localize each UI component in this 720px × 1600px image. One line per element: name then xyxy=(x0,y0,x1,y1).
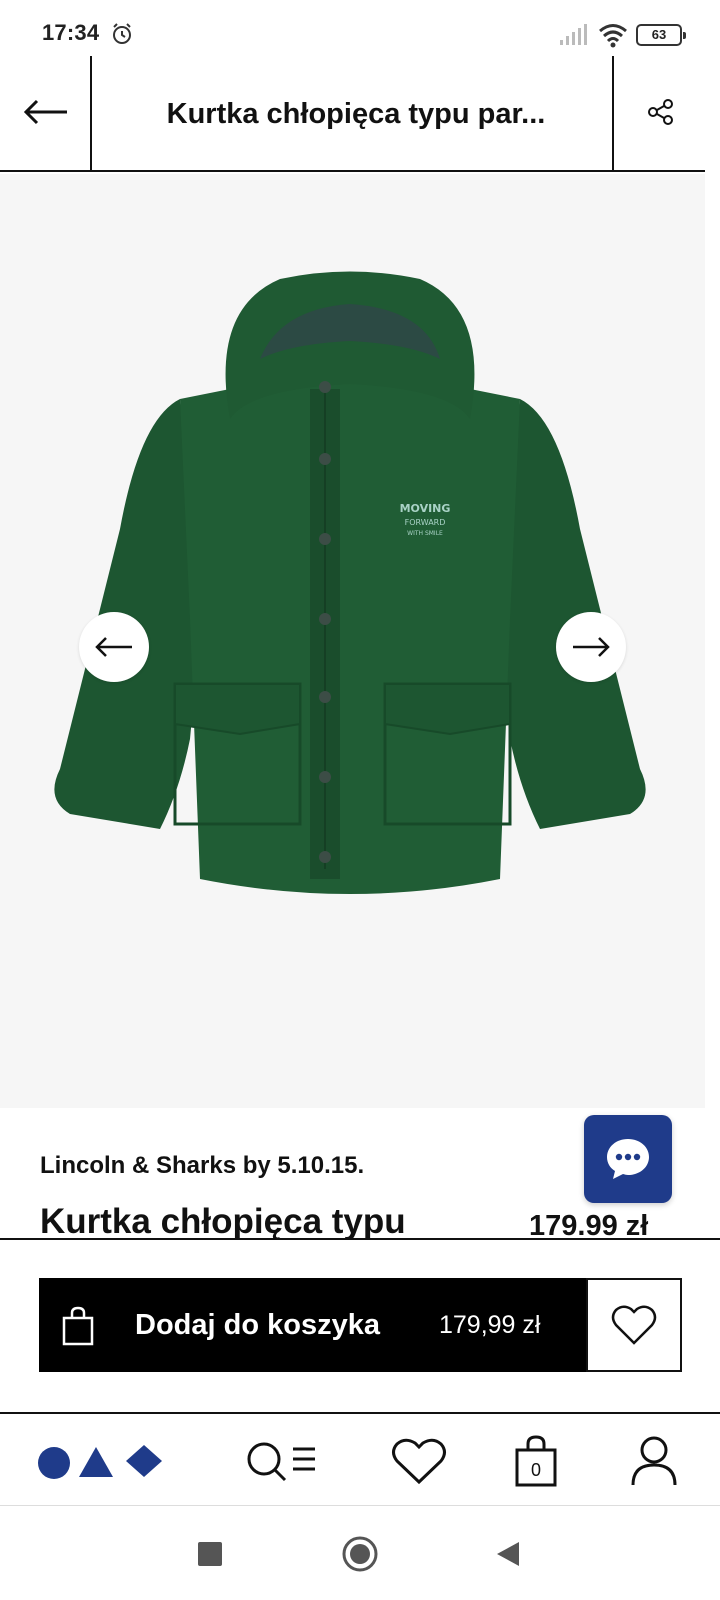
signal-icon xyxy=(560,24,587,45)
square-icon xyxy=(198,1542,222,1566)
share-icon xyxy=(648,99,673,125)
header-divider xyxy=(612,56,614,172)
back-button[interactable] xyxy=(18,86,74,138)
brand-shapes-icon xyxy=(38,1445,162,1479)
chat-button[interactable] xyxy=(584,1115,672,1203)
home-button[interactable] xyxy=(338,1532,382,1576)
add-to-cart-button[interactable]: Dodaj do koszyka 179,99 zł xyxy=(39,1278,586,1372)
cart-bar: Dodaj do koszyka 179,99 zł xyxy=(39,1278,682,1372)
arrow-right-icon xyxy=(573,637,610,657)
gallery-next-button[interactable] xyxy=(556,612,626,682)
nav-cart[interactable]: 0 xyxy=(506,1414,566,1508)
nav-home[interactable] xyxy=(30,1414,170,1508)
add-to-cart-label: Dodaj do koszyka xyxy=(135,1309,380,1341)
arrow-left-icon xyxy=(23,99,67,125)
account-icon xyxy=(631,1436,677,1486)
triangle-back-icon xyxy=(497,1542,519,1566)
add-to-wishlist-button[interactable] xyxy=(586,1278,682,1372)
search-menu-icon xyxy=(247,1442,315,1482)
bottom-nav: 0 xyxy=(0,1412,720,1506)
product-gallery[interactable]: MOVING FORWARD WITH SMILE xyxy=(0,174,705,1108)
alarm-icon xyxy=(113,23,131,44)
page-title: Kurtka chłopięca typu par... xyxy=(166,97,546,130)
header: Kurtka chłopięca typu par... xyxy=(0,56,705,172)
heart-icon xyxy=(392,1438,446,1485)
jacket-print-line: WITH SMILE xyxy=(407,530,443,537)
shopping-bag-icon xyxy=(62,1306,94,1346)
chat-bubble-icon xyxy=(607,1139,649,1179)
add-to-cart-price: 179,99 zł xyxy=(439,1311,541,1339)
cart-count-badge: 0 xyxy=(530,1460,541,1480)
share-button[interactable] xyxy=(636,86,686,138)
recent-apps-button[interactable] xyxy=(188,1532,232,1576)
product-price: 179.99 zł xyxy=(529,1210,649,1240)
home-circle-icon xyxy=(342,1536,378,1572)
heart-icon xyxy=(611,1305,657,1345)
status-time: 17:34 xyxy=(42,20,100,45)
product-image: MOVING FORWARD WITH SMILE xyxy=(54,271,646,894)
nav-search[interactable] xyxy=(236,1414,326,1508)
jacket-print-line: MOVING xyxy=(400,502,451,515)
divider xyxy=(0,1238,720,1240)
product-name: Kurtka chłopięca typu xyxy=(40,1202,406,1240)
jacket-print-line: FORWARD xyxy=(405,518,446,527)
battery-icon: 63 xyxy=(636,24,686,46)
system-nav-bar xyxy=(0,1506,720,1600)
status-bar: 17:34 63 xyxy=(0,0,720,56)
nav-wishlist[interactable] xyxy=(386,1414,452,1508)
arrow-left-icon xyxy=(95,637,132,657)
nav-account[interactable] xyxy=(624,1414,684,1508)
system-back-button[interactable] xyxy=(486,1532,530,1576)
gallery-prev-button[interactable] xyxy=(79,612,149,682)
wifi-icon xyxy=(599,24,627,48)
product-brand[interactable]: Lincoln & Sharks by 5.10.15. xyxy=(40,1152,364,1180)
header-divider xyxy=(90,56,92,172)
